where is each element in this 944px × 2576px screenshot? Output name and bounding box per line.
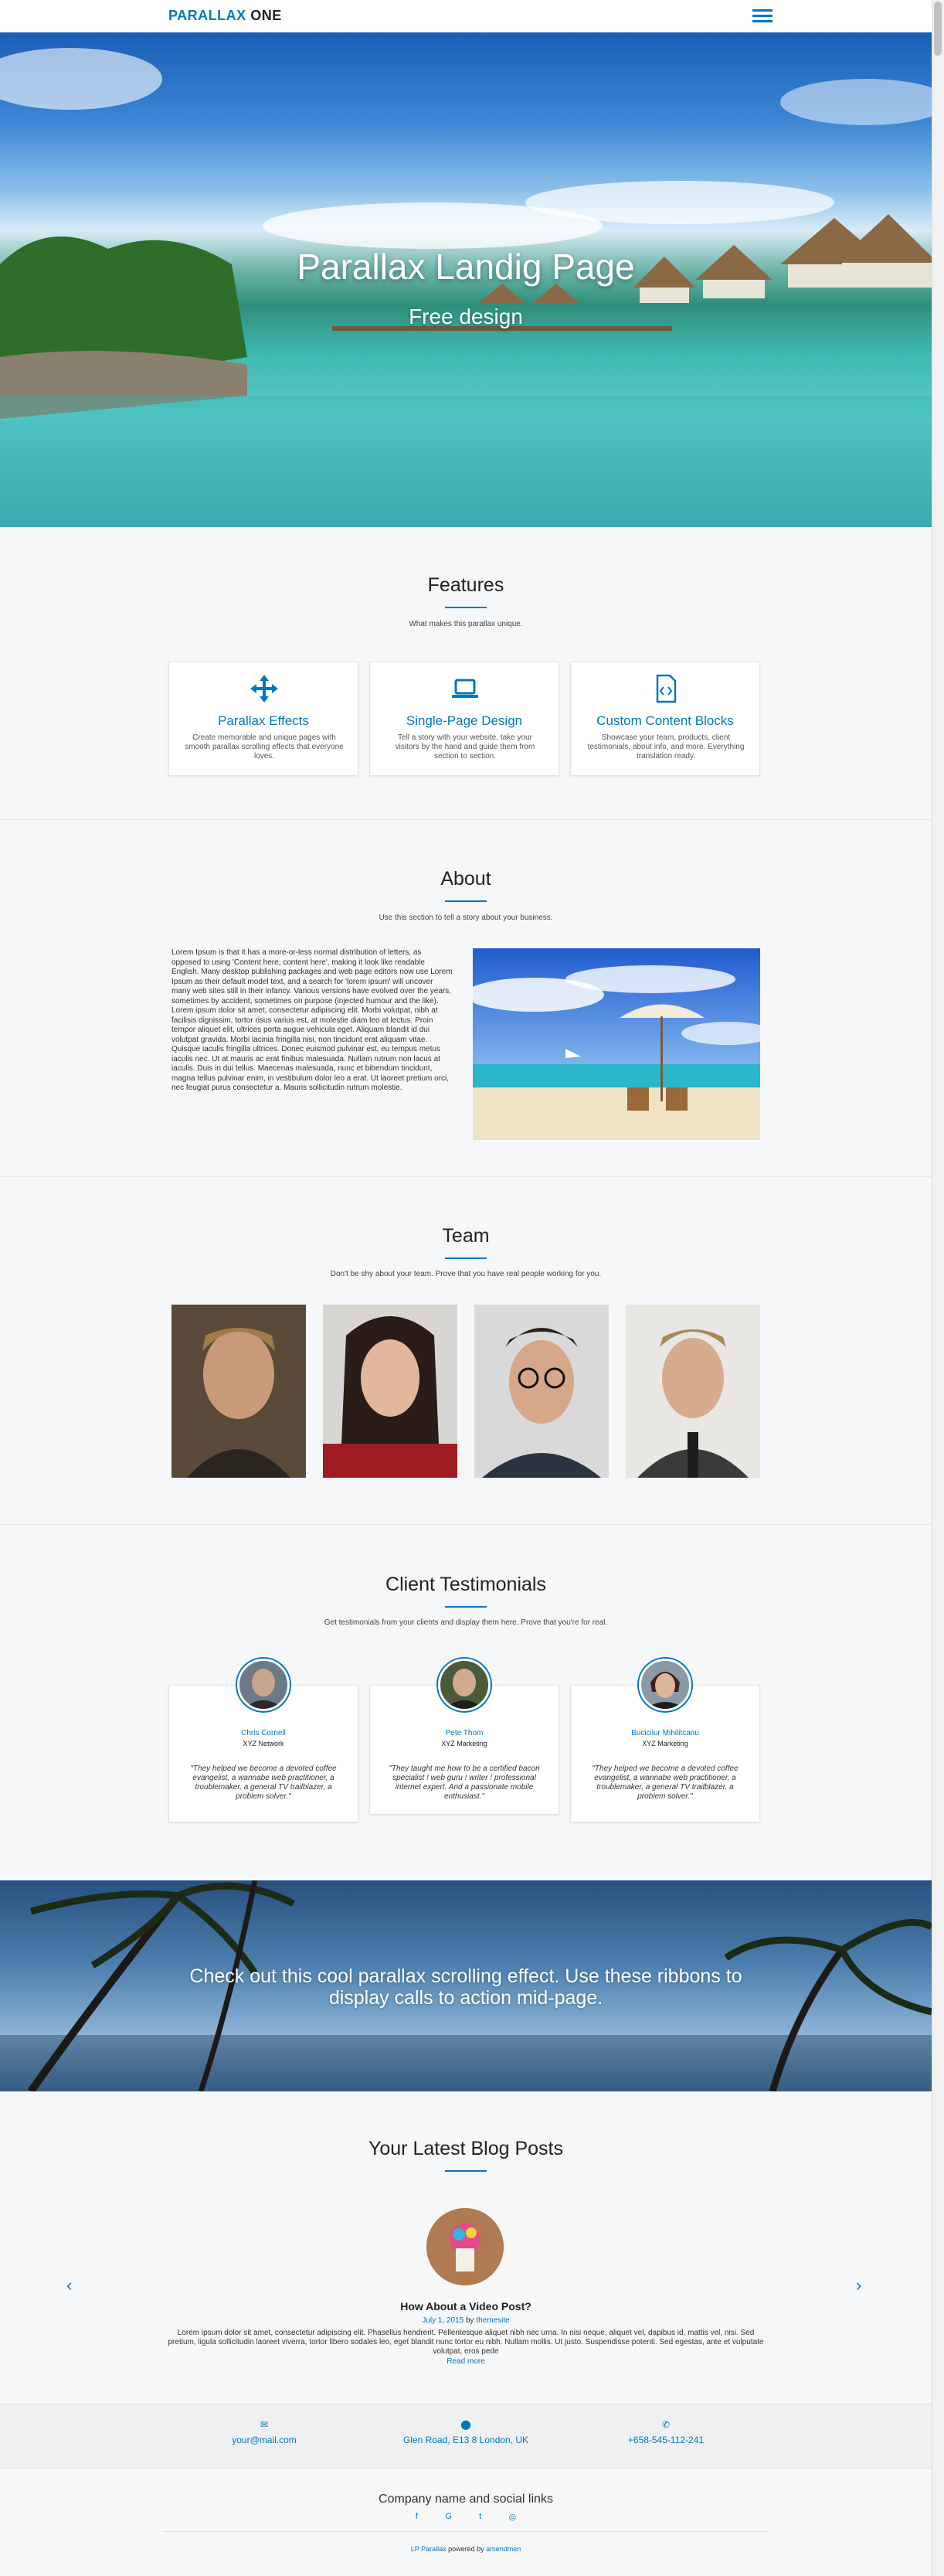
features-title-underline xyxy=(445,607,487,608)
feature-text: Create memorable and unique pages with s… xyxy=(185,733,344,761)
twitter-icon[interactable]: t xyxy=(479,2512,481,2522)
footer-company-name: Company name and social links xyxy=(379,2493,553,2506)
features-title: Features xyxy=(427,574,504,596)
page-scrollbar[interactable] xyxy=(932,0,944,2576)
blog-post-title[interactable]: How About a Video Post? xyxy=(0,2300,932,2312)
hero-title: Parallax Landig Page xyxy=(297,247,635,287)
testimonial-avatar xyxy=(438,1659,491,1711)
site-header: PARALLAX ONE xyxy=(0,0,932,32)
testimonial-quote: "They helped we become a devoted coffee … xyxy=(592,1764,739,1801)
section-divider xyxy=(0,1176,932,1177)
read-more-link[interactable]: Read more xyxy=(0,2357,932,2366)
testimonial-name: Pete Thom xyxy=(445,1729,484,1737)
contact-email[interactable]: ✉ your@mail.com xyxy=(171,2419,357,2445)
feature-text: Showcase your team, products, client tes… xyxy=(587,733,745,761)
footer-credit: LP Parallax powered by amendmen xyxy=(0,2545,932,2553)
testimonial-quote: "They helped we become a devoted coffee … xyxy=(190,1764,337,1801)
testimonial-quote: "They taught me how to be a certified ba… xyxy=(389,1764,540,1801)
map-marker-icon: ⬤ xyxy=(460,2419,471,2430)
envelope-icon: ✉ xyxy=(260,2419,269,2430)
feature-title: Parallax Effects xyxy=(218,713,309,728)
testimonial-name: Bucicilur Mihilitcanu xyxy=(631,1729,699,1737)
site-logo[interactable]: PARALLAX ONE xyxy=(168,8,282,24)
footer-author-link[interactable]: amendmen xyxy=(486,2545,521,2553)
file-code-icon xyxy=(656,674,677,703)
about-title: About xyxy=(440,868,491,890)
about-body-text: Lorem Ipsum is that it has a more-or-les… xyxy=(171,948,453,1092)
logo-text-secondary: ONE xyxy=(250,8,282,23)
arrows-move-icon xyxy=(250,675,278,703)
contact-address-text: Glen Road, E13 8 London, UK xyxy=(402,2435,529,2445)
feature-text: Tell a story with your website, take you… xyxy=(395,733,535,761)
carousel-next-arrow-icon[interactable]: › xyxy=(856,2275,861,2295)
team-title: Team xyxy=(442,1225,490,1247)
hero-banner: Parallax Landig Page Free design xyxy=(0,32,932,527)
google-plus-icon[interactable]: G xyxy=(445,2512,452,2522)
blog-section-title: Your Latest Blog Posts xyxy=(368,2138,563,2159)
feature-card-content-blocks: Custom Content Blocks Showcase your team… xyxy=(570,662,760,776)
testimonial-role: XYZ Marketing xyxy=(441,1740,487,1747)
phone-icon: ✆ xyxy=(661,2419,671,2430)
testimonial-avatar xyxy=(639,1659,691,1711)
testimonials-title: Client Testimonials xyxy=(385,1574,546,1595)
blog-post-date[interactable]: July 1, 2015 xyxy=(422,2316,464,2325)
team-member-photo xyxy=(474,1305,609,1478)
testimonials-title-underline xyxy=(445,1606,487,1608)
laptop-icon xyxy=(452,679,478,698)
blog-title-underline xyxy=(445,2170,487,2172)
footer-divider xyxy=(164,2531,768,2532)
carousel-prev-arrow-icon[interactable]: ‹ xyxy=(66,2275,72,2295)
facebook-icon[interactable]: f xyxy=(416,2512,418,2522)
contact-phone-text[interactable]: +658-545-112-241 xyxy=(628,2435,704,2445)
cta-ribbon: Check out this cool parallax scrolling e… xyxy=(0,1880,932,2091)
blog-post-meta: July 1, 2015 by themesite xyxy=(0,2316,932,2325)
team-member-photo xyxy=(171,1305,306,1478)
cta-text: Check out this cool parallax scrolling e… xyxy=(189,1965,742,2009)
github-icon[interactable]: ◎ xyxy=(509,2512,517,2522)
team-title-underline xyxy=(445,1257,487,1259)
feature-title: Custom Content Blocks xyxy=(596,713,734,728)
contact-address: ⬤ Glen Road, E13 8 London, UK xyxy=(373,2419,559,2445)
testimonial-avatar xyxy=(237,1659,290,1711)
scrollbar-thumb[interactable] xyxy=(934,2,942,56)
section-divider xyxy=(0,819,932,820)
about-title-underline xyxy=(445,900,487,902)
footer-credit-text: powered by xyxy=(446,2545,487,2553)
section-divider xyxy=(0,1524,932,1525)
about-subtitle: Use this section to tell a story about y… xyxy=(379,914,553,922)
testimonials-subtitle: Get testimonials from your clients and d… xyxy=(324,1618,608,1627)
blog-post-author[interactable]: themesite xyxy=(476,2316,509,2325)
footer-credit-link[interactable]: LP Parallax xyxy=(411,2545,447,2553)
social-links: f G t ◎ xyxy=(402,2512,530,2522)
team-member-photo xyxy=(626,1305,760,1478)
hero-subtitle: Free design xyxy=(409,305,523,328)
contact-email-text[interactable]: your@mail.com xyxy=(232,2435,297,2445)
testimonial-name: Chris Cornell xyxy=(241,1729,286,1737)
blog-post-excerpt: Lorem ipsum dolor sit amet, consectetur … xyxy=(168,2329,764,2356)
team-member-photo xyxy=(323,1305,457,1478)
testimonial-role: XYZ Network xyxy=(243,1740,284,1747)
team-subtitle: Don't be shy about your team. Prove that… xyxy=(330,1270,602,1278)
logo-text-primary: PARALLAX xyxy=(168,8,246,23)
testimonial-role: XYZ Marketing xyxy=(642,1740,688,1747)
feature-card-parallax: Parallax Effects Create memorable and un… xyxy=(168,662,358,776)
features-subtitle: What makes this parallax unique. xyxy=(409,620,523,628)
feature-card-single-page: Single-Page Design Tell a story with you… xyxy=(369,662,559,776)
blog-post-thumbnail[interactable] xyxy=(426,2208,504,2285)
feature-title: Single-Page Design xyxy=(406,713,523,728)
hamburger-menu-icon[interactable] xyxy=(752,9,773,25)
about-beach-image xyxy=(473,948,760,1140)
contact-phone[interactable]: ✆ +658-545-112-241 xyxy=(573,2419,759,2445)
blog-post-by: by xyxy=(466,2316,474,2325)
